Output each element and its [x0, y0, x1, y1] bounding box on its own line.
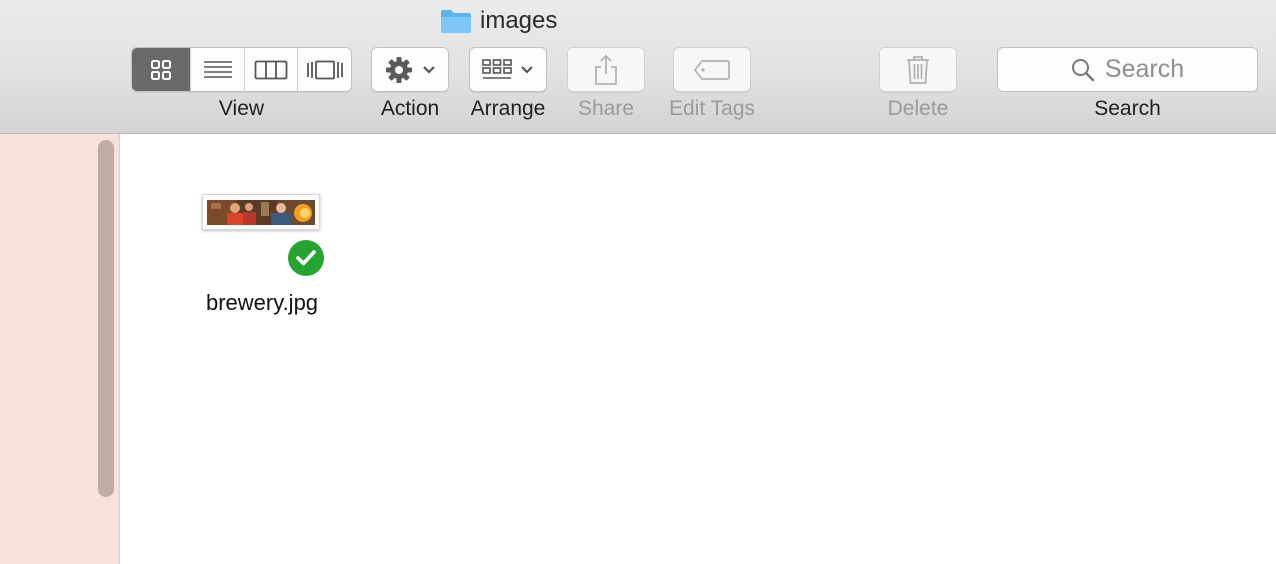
- list-icon: [203, 60, 232, 78]
- checkmark-icon: [296, 250, 316, 266]
- icon-view-button[interactable]: [132, 48, 191, 91]
- view-mode-control: [131, 47, 352, 92]
- file-thumbnail: [202, 194, 320, 230]
- delete-button[interactable]: [879, 47, 957, 92]
- magnifier-icon: [1071, 58, 1095, 81]
- list-view-button[interactable]: [190, 48, 244, 91]
- share-button[interactable]: [567, 47, 645, 92]
- tag-icon: [694, 59, 730, 80]
- action-label: Action: [380, 97, 440, 120]
- delete-label: Delete: [887, 97, 949, 120]
- arrange-label: Arrange: [470, 97, 546, 120]
- gear-icon: [386, 56, 412, 83]
- sync-status-badge: [288, 240, 324, 276]
- cover-flow-icon: [306, 60, 343, 79]
- edit-tags-button[interactable]: [673, 47, 751, 92]
- trash-icon: [907, 55, 929, 84]
- grid-icon: [151, 59, 172, 80]
- chevron-down-icon: [521, 65, 533, 74]
- file-name: brewery.jpg: [205, 290, 319, 315]
- toolbar: images View Action Arrange Share Edit Ta…: [0, 0, 1276, 134]
- search-label: Search: [1094, 97, 1161, 120]
- arrange-grid-icon: [482, 58, 512, 79]
- folder-icon: [441, 10, 471, 33]
- columns-icon: [254, 60, 288, 79]
- share-label: Share: [577, 97, 635, 120]
- chevron-down-icon: [423, 65, 435, 74]
- sidebar-scrollbar[interactable]: [98, 140, 114, 497]
- view-label: View: [218, 97, 265, 120]
- column-view-button[interactable]: [243, 48, 298, 91]
- search-placeholder: Search: [1104, 55, 1185, 83]
- action-button[interactable]: [371, 47, 449, 92]
- edit-tags-label: Edit Tags: [669, 97, 755, 120]
- window-title-text: images: [480, 7, 558, 34]
- search-field[interactable]: Search: [997, 47, 1258, 92]
- share-icon: [595, 54, 617, 85]
- photo-thumbnail-image: [207, 200, 315, 225]
- gallery-view-button[interactable]: [297, 48, 351, 91]
- file-browser-content: brewery.jpg: [121, 134, 1276, 564]
- window-title: images: [440, 6, 557, 36]
- arrange-button[interactable]: [469, 47, 547, 92]
